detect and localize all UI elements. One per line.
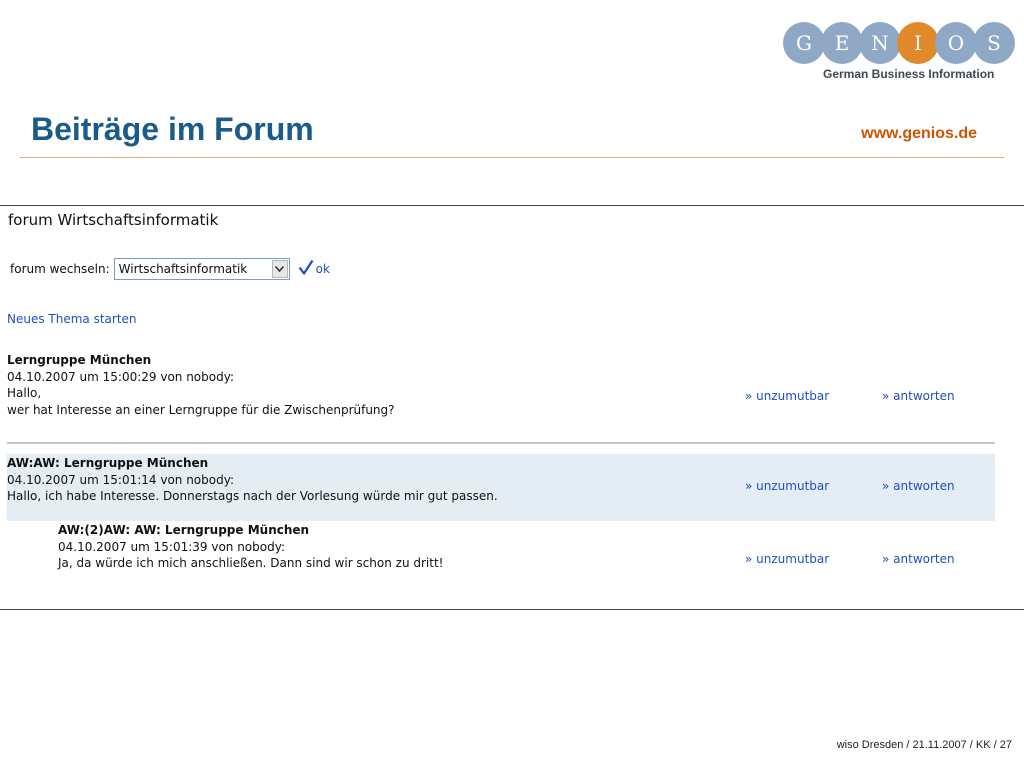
forum-switch-label: forum wechseln: (10, 262, 110, 276)
forum-heading: forum Wirtschaftsinformatik (8, 211, 219, 229)
post-body: AW:AW: Lerngruppe München 04.10.2007 um … (7, 455, 498, 505)
reply-link[interactable]: » antworten (882, 552, 955, 566)
report-link[interactable]: » unzumutbar (745, 552, 829, 566)
checkmark-icon (298, 259, 314, 279)
report-link[interactable]: » unzumutbar (745, 479, 829, 493)
chevron-down-icon[interactable] (271, 260, 288, 278)
logo-tagline: German Business Information (823, 67, 995, 81)
post-text-line: wer hat Interesse an einer Lerngruppe fü… (7, 402, 395, 417)
forum-select[interactable]: Wirtschaftsinformatik (113, 258, 290, 280)
post-text-line: Hallo, ich habe Interesse. Donnerstags n… (7, 489, 498, 503)
forum-post-nested: AW:(2)AW: AW: Lerngruppe München 04.10.2… (7, 521, 995, 576)
post-meta: 04.10.2007 um 15:00:29 von nobody: (7, 369, 234, 384)
ok-button[interactable]: ok (298, 259, 330, 279)
forum-switcher: forum wechseln: Wirtschaftsinformatik ok (10, 258, 330, 280)
post-title: AW:(2)AW: AW: Lerngruppe München (58, 523, 310, 537)
logo-letter-g: G (783, 22, 825, 64)
forum-post: AW:AW: Lerngruppe München 04.10.2007 um … (7, 454, 995, 521)
logo-letter-n: N (859, 22, 901, 64)
logo-letter-e: E (821, 22, 863, 64)
post-text-line: Ja, da würde ich mich anschließen. Dann … (58, 556, 444, 570)
post-meta: 04.10.2007 um 15:01:14 von nobody: (7, 472, 234, 487)
genios-logo: G E N I O S German Business Information (783, 22, 1015, 84)
forum-select-value: Wirtschaftsinformatik (118, 262, 248, 276)
post-title: AW:AW: Lerngruppe München (7, 456, 209, 470)
post-text-line: Hallo, (7, 386, 42, 400)
post-body: AW:(2)AW: AW: Lerngruppe München 04.10.2… (58, 522, 443, 572)
slide-url: www.genios.de (861, 125, 977, 142)
slide-title: Beiträge im Forum (31, 111, 314, 147)
logo-letter-s: S (973, 22, 1015, 64)
logo-letters: G E N I O S (783, 22, 1015, 64)
post-body: Lerngruppe München 04.10.2007 um 15:00:2… (7, 352, 395, 418)
post-title: Lerngruppe München (7, 353, 152, 367)
reply-link[interactable]: » antworten (882, 479, 955, 493)
title-divider (20, 157, 1004, 158)
logo-letter-i: I (897, 22, 939, 64)
ok-label: ok (315, 262, 330, 276)
forum-post: Lerngruppe München 04.10.2007 um 15:00:2… (7, 351, 995, 431)
post-separator (7, 442, 995, 444)
reply-link[interactable]: » antworten (882, 389, 955, 403)
logo-letter-o: O (935, 22, 977, 64)
new-topic-link[interactable]: Neues Thema starten (7, 312, 137, 326)
forum-screenshot: forum Wirtschaftsinformatik forum wechse… (0, 205, 1024, 610)
post-meta: 04.10.2007 um 15:01:39 von nobody: (58, 539, 285, 554)
slide-footer: wiso Dresden / 21.11.2007 / KK / 27 (836, 739, 1012, 751)
report-link[interactable]: » unzumutbar (745, 389, 829, 403)
